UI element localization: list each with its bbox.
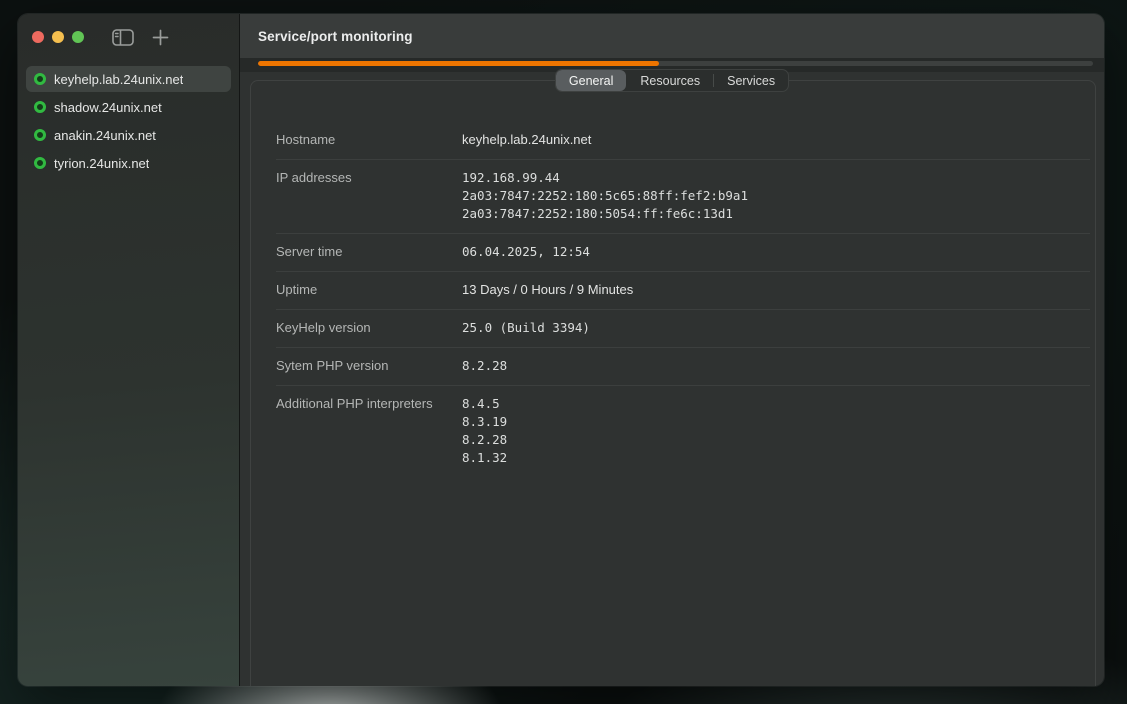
- detail-value-line: 06.04.2025, 12:54: [462, 243, 1090, 261]
- detail-row: Sytem PHP version 8.2.28: [276, 347, 1090, 385]
- app-window: keyhelp.lab.24unix.net shadow.24unix.net…: [18, 14, 1104, 686]
- detail-value-line: 8.2.28: [462, 357, 1090, 375]
- tab-bar: General Resources Services: [240, 69, 1104, 92]
- tab-resources[interactable]: Resources: [627, 70, 713, 91]
- detail-label: Sytem PHP version: [276, 357, 462, 375]
- zoom-window-button[interactable]: [72, 31, 84, 43]
- detail-value-line: 8.1.32: [462, 449, 1090, 467]
- sidebar-toolbar: [18, 14, 239, 60]
- server-name-label: keyhelp.lab.24unix.net: [54, 72, 183, 87]
- content-area: General Resources Services Hostname keyh…: [240, 72, 1104, 686]
- detail-value: keyhelp.lab.24unix.net: [462, 131, 1090, 149]
- detail-value-line: 8.4.5: [462, 395, 1090, 413]
- server-list: keyhelp.lab.24unix.net shadow.24unix.net…: [18, 60, 239, 182]
- details-table: Hostname keyhelp.lab.24unix.net IP addre…: [276, 122, 1090, 477]
- detail-label: Server time: [276, 243, 462, 261]
- server-name-label: shadow.24unix.net: [54, 100, 162, 115]
- detail-row: KeyHelp version 25.0 (Build 3394): [276, 309, 1090, 347]
- sidebar-server-item-3[interactable]: tyrion.24unix.net: [26, 150, 231, 176]
- detail-label: Additional PHP interpreters: [276, 395, 462, 467]
- detail-value: 8.2.28: [462, 357, 1090, 375]
- detail-label: KeyHelp version: [276, 319, 462, 337]
- tab-group: General Resources Services: [555, 69, 789, 92]
- detail-label: IP addresses: [276, 169, 462, 223]
- detail-value-line: 25.0 (Build 3394): [462, 319, 1090, 337]
- sidebar-server-item-0[interactable]: keyhelp.lab.24unix.net: [26, 66, 231, 92]
- status-online-icon: [34, 129, 46, 141]
- status-online-icon: [34, 157, 46, 169]
- close-window-button[interactable]: [32, 31, 44, 43]
- detail-value-line: 8.2.28: [462, 431, 1090, 449]
- tab-services[interactable]: Services: [714, 70, 788, 91]
- detail-value: 192.168.99.442a03:7847:2252:180:5c65:88f…: [462, 169, 1090, 223]
- minimize-window-button[interactable]: [52, 31, 64, 43]
- detail-row: Additional PHP interpreters 8.4.58.3.198…: [276, 385, 1090, 477]
- status-online-icon: [34, 101, 46, 113]
- titlebar: Service/port monitoring: [240, 14, 1104, 58]
- progress-bar: [258, 61, 1093, 66]
- sidebar-server-item-1[interactable]: shadow.24unix.net: [26, 94, 231, 120]
- main-panel: Service/port monitoring General Resource…: [240, 14, 1104, 686]
- server-name-label: anakin.24unix.net: [54, 128, 156, 143]
- detail-row: Uptime 13 Days / 0 Hours / 9 Minutes: [276, 271, 1090, 309]
- add-server-icon[interactable]: [152, 29, 169, 46]
- page-title: Service/port monitoring: [258, 29, 413, 44]
- detail-label: Uptime: [276, 281, 462, 299]
- tab-general[interactable]: General: [556, 70, 626, 91]
- detail-value: 8.4.58.3.198.2.288.1.32: [462, 395, 1090, 467]
- desktop: { "window": { "title": "Service/port mon…: [0, 0, 1127, 704]
- detail-value-line: 192.168.99.44: [462, 169, 1090, 187]
- sidebar: keyhelp.lab.24unix.net shadow.24unix.net…: [18, 14, 240, 686]
- detail-row: IP addresses 192.168.99.442a03:7847:2252…: [276, 159, 1090, 233]
- detail-value-line: 2a03:7847:2252:180:5054:ff:fe6c:13d1: [462, 205, 1090, 223]
- detail-value-line: keyhelp.lab.24unix.net: [462, 131, 1090, 149]
- server-name-label: tyrion.24unix.net: [54, 156, 149, 171]
- detail-label: Hostname: [276, 131, 462, 149]
- detail-row: Hostname keyhelp.lab.24unix.net: [276, 122, 1090, 159]
- detail-value: 13 Days / 0 Hours / 9 Minutes: [462, 281, 1090, 299]
- sidebar-toggle-icon[interactable]: [112, 29, 134, 46]
- detail-value-line: 2a03:7847:2252:180:5c65:88ff:fef2:b9a1: [462, 187, 1090, 205]
- sidebar-server-item-2[interactable]: anakin.24unix.net: [26, 122, 231, 148]
- toolbar-icons: [112, 29, 169, 46]
- detail-value-line: 13 Days / 0 Hours / 9 Minutes: [462, 281, 1090, 299]
- detail-value: 25.0 (Build 3394): [462, 319, 1090, 337]
- status-online-icon: [34, 73, 46, 85]
- progress-fill: [258, 61, 659, 66]
- detail-value: 06.04.2025, 12:54: [462, 243, 1090, 261]
- detail-row: Server time 06.04.2025, 12:54: [276, 233, 1090, 271]
- detail-value-line: 8.3.19: [462, 413, 1090, 431]
